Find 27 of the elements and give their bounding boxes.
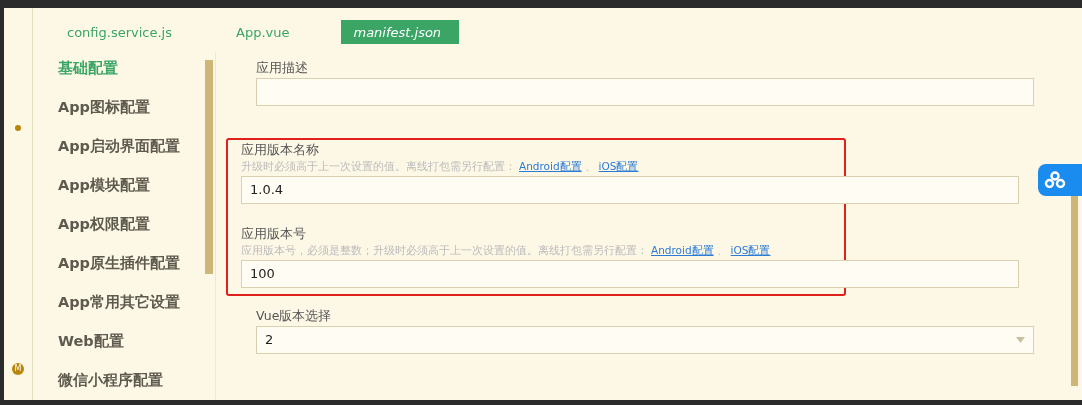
badge: M (12, 363, 24, 375)
sidebar-item[interactable]: App权限配置 (58, 215, 205, 254)
field-label: 应用版本名称 (241, 142, 320, 159)
field-label: 应用描述 (256, 60, 309, 77)
floating-tool-button[interactable] (1038, 164, 1082, 196)
link[interactable]: iOS配置 (730, 244, 771, 256)
select-field[interactable]: 2 (256, 326, 1034, 354)
cluster-icon (1044, 171, 1066, 189)
sidebar-item[interactable]: 微信小程序配置 (58, 371, 205, 405)
sidebar-item[interactable]: App启动界面配置 (58, 137, 205, 176)
field-label: Vue版本选择 (256, 308, 333, 325)
field-label: 应用版本号 (241, 226, 307, 243)
status-dot-icon (15, 125, 21, 131)
scrollbar-thumb[interactable] (205, 60, 213, 274)
link[interactable]: Android配置 (651, 244, 714, 256)
link[interactable]: iOS配置 (598, 160, 639, 172)
dropdown-caret-icon (1016, 337, 1025, 343)
input-field[interactable] (256, 78, 1034, 106)
sidebar-item[interactable]: App图标配置 (58, 98, 205, 137)
input-field[interactable]: 100 (241, 260, 1019, 288)
sidebar-item[interactable]: App模块配置 (58, 176, 205, 215)
input-field[interactable]: 1.0.4 (241, 176, 1019, 204)
sidebar-item[interactable]: Web配置 (58, 332, 205, 371)
sidebar-item[interactable]: App常用其它设置 (58, 293, 205, 332)
sidebar-item[interactable]: App原生插件配置 (58, 254, 205, 293)
link[interactable]: Android配置 (519, 160, 582, 172)
scrollbar-thumb[interactable] (1071, 196, 1078, 386)
